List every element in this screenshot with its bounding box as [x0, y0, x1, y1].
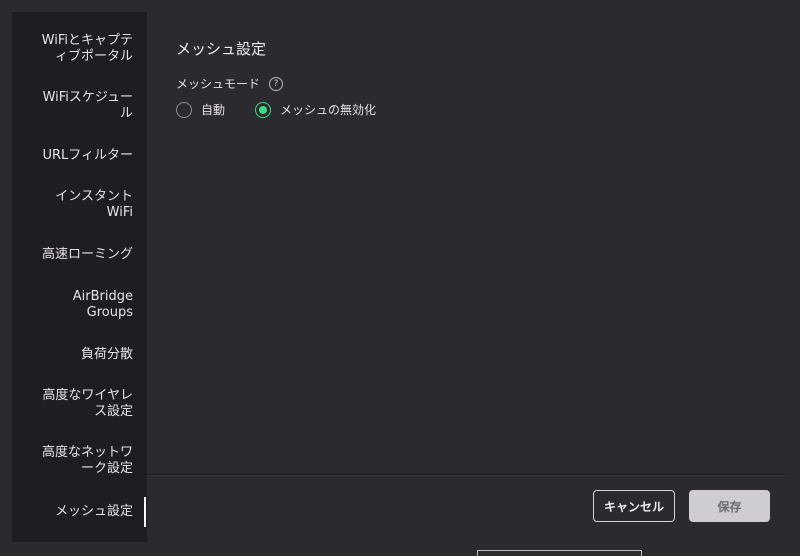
cancel-button[interactable]: キャンセル	[593, 490, 675, 522]
radio-label: メッシュの無効化	[280, 103, 377, 117]
sidebar-item-label: AirBridge Groups	[72, 289, 133, 320]
radio-checked-icon[interactable]	[255, 101, 271, 118]
mesh-mode-label-text: メッシュモード	[176, 77, 261, 91]
sidebar-item-label: メッシュ設定	[54, 504, 133, 519]
sidebar-item-wifi-schedule[interactable]: WiFiスケジュー ル	[12, 90, 146, 122]
sidebar-item-label: 高度なワイヤレ ス設定	[42, 388, 133, 419]
page-title: メッシュ設定	[176, 40, 267, 58]
sidebar-item-label: WiFiスケジュー ル	[42, 90, 133, 121]
sidebar-item-load-balancing[interactable]: 負荷分散	[12, 346, 146, 364]
sidebar-item-advanced-network[interactable]: 高度なネットワ ーク設定	[12, 445, 146, 477]
mesh-mode-label: メッシュモード ?	[176, 75, 284, 92]
sidebar-item-label: 負荷分散	[80, 347, 133, 362]
footer: キャンセル 保存	[147, 475, 786, 543]
sidebar-item-fast-roaming[interactable]: 高速ローミング	[12, 246, 146, 264]
sidebar-item-label: インスタント WiFi	[55, 189, 133, 220]
radio-disable-mesh[interactable]: メッシュの無効化	[255, 101, 376, 118]
main-panel: メッシュ設定 メッシュモード ? 自動 メッシュの無効化	[147, 12, 786, 474]
radio-unchecked-icon[interactable]	[176, 101, 192, 118]
sidebar-item-url-filter[interactable]: URLフィルター	[12, 147, 146, 165]
radio-auto[interactable]: 自動	[176, 101, 225, 118]
sidebar: WiFiとキャプテ ィブポータル WiFiスケジュー ル URLフィルター イン…	[12, 12, 146, 542]
sidebar-item-advanced-wireless[interactable]: 高度なワイヤレ ス設定	[12, 388, 146, 420]
sidebar-item-label: 高度なネットワ ーク設定	[41, 445, 133, 476]
sidebar-item-label: WiFiとキャプテ ィブポータル	[41, 33, 133, 64]
sidebar-item-label: URLフィルター	[42, 148, 133, 163]
bottom-panel-edge	[477, 550, 642, 556]
help-icon[interactable]: ?	[269, 76, 284, 91]
sidebar-item-airbridge-groups[interactable]: AirBridge Groups	[12, 289, 146, 321]
sidebar-item-label: 高速ローミング	[41, 247, 133, 262]
sidebar-item-wifi-captive-portal[interactable]: WiFiとキャプテ ィブポータル	[12, 33, 146, 65]
save-button[interactable]: 保存	[689, 490, 770, 522]
radio-label: 自動	[201, 103, 226, 117]
sidebar-item-instant-wifi[interactable]: インスタント WiFi	[12, 189, 146, 221]
sidebar-item-mesh-settings[interactable]: メッシュ設定	[12, 497, 146, 527]
